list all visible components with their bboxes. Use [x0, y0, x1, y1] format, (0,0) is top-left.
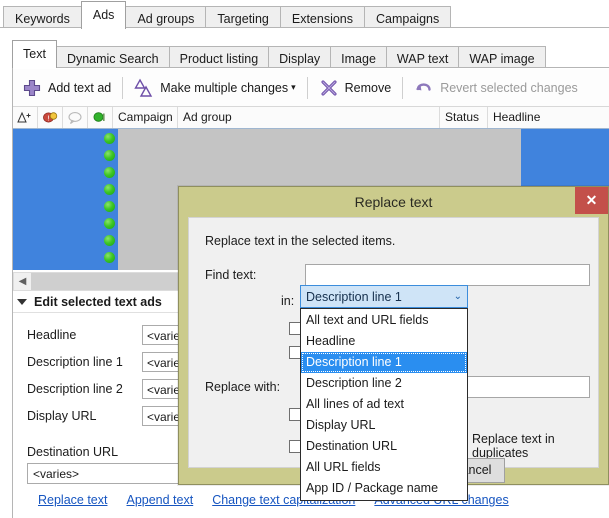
dropdown-option-description-line-2[interactable]: Description line 2 [301, 373, 467, 394]
make-multiple-changes-button[interactable]: Make multiple changes ▾ [125, 73, 304, 103]
toolbar-separator-1 [122, 77, 123, 99]
edit-panel-header[interactable]: Edit selected text ads [17, 295, 162, 309]
status-dot [104, 184, 115, 195]
status-dot [104, 252, 115, 263]
display-url-label: Display URL [27, 409, 142, 423]
add-text-ad-label: Add text ad [48, 81, 111, 95]
plus-icon [22, 78, 42, 98]
status-dot [104, 167, 115, 178]
make-multiple-changes-label: Make multiple changes [160, 81, 288, 95]
delta-delta-icon [134, 78, 154, 98]
link-replace-text[interactable]: Replace text [38, 493, 107, 507]
dialog-title: Replace text [179, 187, 608, 217]
toolbar-separator-2 [307, 77, 308, 99]
destination-url-label: Destination URL [27, 445, 118, 459]
status-dot [104, 201, 115, 212]
find-text-row: Find text: [205, 264, 590, 286]
dropdown-option-all-lines-of-ad-text[interactable]: All lines of ad text [301, 394, 467, 415]
revert-label: Revert selected changes [440, 81, 578, 95]
dropdown-option-all-url-fields[interactable]: All URL fields [301, 457, 467, 478]
status-dot-column [103, 129, 119, 270]
status-dot [104, 218, 115, 229]
in-field-combobox[interactable]: Description line 1 ⌄ [300, 285, 468, 308]
toolbar-separator-3 [402, 77, 403, 99]
headline-label: Headline [27, 328, 142, 342]
replace-duplicates-label: Replace text in duplicates [472, 432, 598, 460]
revert-selected-changes-button[interactable]: Revert selected changes [405, 73, 587, 103]
dropdown-option-description-line-1[interactable]: Description line 1 [301, 352, 467, 373]
dropdown-option-all-text-and-url-fields[interactable]: All text and URL fields [301, 310, 467, 331]
dropdown-option-destination-url[interactable]: Destination URL [301, 436, 467, 457]
application-window: Keywords Ads Ad groups Targeting Extensi… [0, 0, 609, 518]
column-header-comment-bubble[interactable] [63, 107, 88, 128]
main-tab-ads[interactable]: Ads [81, 1, 127, 29]
chevron-down-icon[interactable]: ⌄ [454, 291, 462, 302]
link-append-text[interactable]: Append text [126, 493, 193, 507]
chevron-down-icon[interactable]: ▾ [291, 82, 296, 93]
description-line-2-label: Description line 2 [27, 382, 142, 396]
in-field-dropdown-list[interactable]: All text and URL fields Headline Descrip… [300, 308, 468, 501]
edit-panel-title: Edit selected text ads [34, 295, 162, 309]
main-tab-strip: Keywords Ads Ad groups Targeting Extensi… [0, 0, 609, 28]
status-dot [104, 235, 115, 246]
column-header-campaign[interactable]: Campaign [113, 107, 178, 128]
replace-with-label: Replace with: [205, 380, 305, 394]
undo-arrow-icon [414, 78, 434, 98]
find-text-input[interactable] [305, 264, 590, 286]
dropdown-option-headline[interactable]: Headline [301, 331, 467, 352]
svg-text:!: ! [47, 114, 50, 122]
sub-tabs: Text Dynamic Search Product listing Disp… [12, 38, 545, 68]
dropdown-option-display-url[interactable]: Display URL [301, 415, 467, 436]
column-header-status[interactable]: Status [440, 107, 488, 128]
remove-button[interactable]: Remove [310, 73, 401, 103]
description-line-1-label: Description line 1 [27, 355, 142, 369]
main-tabs: Keywords Ads Ad groups Targeting Extensi… [3, 0, 450, 28]
dialog-title-bar[interactable]: Replace text ✕ [179, 187, 608, 217]
x-cross-icon [319, 78, 339, 98]
remove-label: Remove [345, 81, 392, 95]
status-dot [104, 133, 115, 144]
sub-tab-strip: Text Dynamic Search Product listing Disp… [0, 28, 609, 68]
status-dot [104, 150, 115, 161]
ads-toolbar: Add text ad Make multiple changes ▾ [13, 69, 609, 107]
in-label-row: in: [281, 294, 294, 308]
grid-header: ! Campaign Ad group Status Headline [13, 107, 609, 129]
sub-tab-text[interactable]: Text [12, 40, 57, 68]
caret-down-icon[interactable] [17, 299, 27, 305]
scroll-left-arrow-icon[interactable]: ◀ [14, 273, 31, 290]
combobox-selected-value: Description line 1 [306, 290, 402, 304]
in-label: in: [281, 294, 294, 308]
column-header-ad-group[interactable]: Ad group [178, 107, 440, 128]
column-header-green-balloon[interactable] [88, 107, 113, 128]
column-header-headline[interactable]: Headline [488, 107, 608, 128]
dropdown-option-app-id-package-name[interactable]: App ID / Package name [301, 478, 467, 499]
find-text-label: Find text: [205, 268, 305, 282]
close-icon[interactable]: ✕ [575, 187, 608, 214]
column-header-delta-plus[interactable] [13, 107, 38, 128]
column-header-error-balloon[interactable]: ! [38, 107, 63, 128]
dialog-description: Replace text in the selected items. [205, 234, 395, 248]
add-text-ad-button[interactable]: Add text ad [13, 73, 120, 103]
